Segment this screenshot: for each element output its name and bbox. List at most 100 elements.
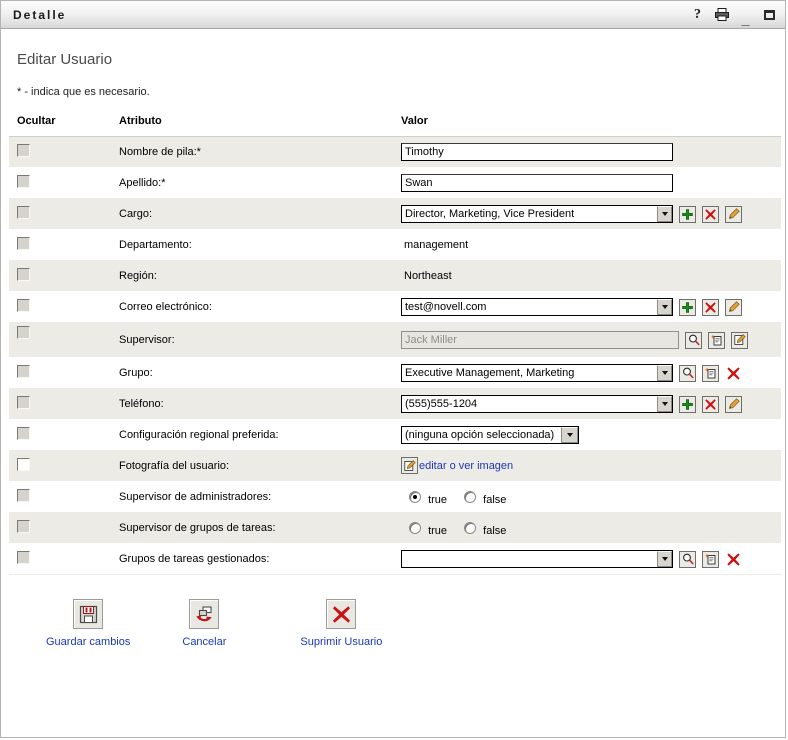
supervisor-input[interactable] <box>401 331 679 349</box>
add-icon[interactable] <box>679 396 696 413</box>
column-header-value: Valor <box>399 115 781 137</box>
radio-label-false: false <box>483 494 506 506</box>
table-row: Fotografía del usuario: editar o ver ima… <box>9 451 781 482</box>
search-icon[interactable] <box>685 332 702 349</box>
hide-checkbox[interactable] <box>17 175 30 188</box>
edit-icon[interactable] <box>725 299 742 316</box>
last-name-input[interactable] <box>401 174 673 192</box>
hide-checkbox[interactable] <box>17 326 30 339</box>
edit-icon[interactable] <box>725 396 742 413</box>
hide-checkbox[interactable] <box>17 520 30 533</box>
table-row: Apellido:* <box>9 168 781 199</box>
chevron-down-icon[interactable] <box>657 299 672 315</box>
remove-icon[interactable] <box>725 551 742 568</box>
first-name-input[interactable] <box>401 143 673 161</box>
remove-icon[interactable] <box>725 365 742 382</box>
attributes-table: Ocultar Atributo Valor Nombre de pila:* <box>9 115 781 575</box>
department-value: management <box>401 239 468 251</box>
history-icon[interactable] <box>708 332 725 349</box>
chevron-down-icon[interactable] <box>561 427 578 443</box>
column-header-attr: Atributo <box>117 115 399 137</box>
help-icon[interactable]: ? <box>690 7 705 23</box>
attribute-label: Departamento: <box>117 230 399 261</box>
chevron-down-icon[interactable] <box>657 396 672 412</box>
add-icon[interactable] <box>679 206 696 223</box>
table-row: Teléfono: (555)555-1204 <box>9 389 781 420</box>
maximize-icon[interactable] <box>762 7 777 23</box>
table-row: Cargo: Director, Marketing, Vice Preside… <box>9 199 781 230</box>
minimize-icon[interactable]: _ <box>738 7 753 23</box>
hide-checkbox[interactable] <box>17 551 30 564</box>
add-icon[interactable] <box>679 299 696 316</box>
chevron-down-icon[interactable] <box>657 365 672 381</box>
table-row: Configuración regional preferida: (ningu… <box>9 420 781 451</box>
hide-checkbox[interactable] <box>17 299 30 312</box>
delete-user-button[interactable]: Suprimir Usuario <box>300 599 382 648</box>
history-icon[interactable] <box>702 365 719 382</box>
hide-checkbox[interactable] <box>17 268 30 281</box>
table-row: Nombre de pila:* <box>9 137 781 168</box>
radio-label-true: true <box>428 494 447 506</box>
attribute-label: Supervisor de administradores: <box>117 482 399 513</box>
chevron-down-icon[interactable] <box>657 551 672 567</box>
title-combo-value: Director, Marketing, Vice President <box>402 206 657 222</box>
team-supervisor-radio-false[interactable] <box>464 522 476 534</box>
hide-checkbox[interactable] <box>17 458 30 471</box>
attribute-label: Apellido:* <box>117 168 399 199</box>
hide-checkbox[interactable] <box>17 427 30 440</box>
table-row: Región: Northeast <box>9 261 781 292</box>
locale-combo[interactable]: (ninguna opción seleccionada) <box>401 426 579 444</box>
group-combo[interactable]: Executive Management, Marketing <box>401 364 673 382</box>
edit-icon[interactable] <box>725 206 742 223</box>
team-supervisor-radio-true[interactable] <box>409 522 421 534</box>
column-header-hide: Ocultar <box>9 115 117 137</box>
window-title: Detalle <box>13 8 690 22</box>
table-row: Supervisor de administradores: true fals… <box>9 482 781 513</box>
phone-combo[interactable]: (555)555-1204 <box>401 395 673 413</box>
edit-photo-link[interactable]: editar o ver imagen <box>419 460 513 472</box>
attribute-label: Nombre de pila:* <box>117 137 399 168</box>
hide-checkbox[interactable] <box>17 144 30 157</box>
edit-icon[interactable] <box>731 332 748 349</box>
remove-icon[interactable] <box>702 299 719 316</box>
attribute-label: Correo electrónico: <box>117 292 399 323</box>
phone-combo-value: (555)555-1204 <box>402 396 657 412</box>
window-titlebar: Detalle ? _ <box>1 1 785 29</box>
managed-teams-combo-value <box>402 551 657 567</box>
history-icon[interactable] <box>702 551 719 568</box>
page-content: Editar Usuario * - indica que es necesar… <box>1 29 785 737</box>
search-icon[interactable] <box>679 551 696 568</box>
edit-icon[interactable] <box>401 457 418 474</box>
hide-checkbox[interactable] <box>17 237 30 250</box>
hide-checkbox[interactable] <box>17 489 30 502</box>
managed-teams-combo[interactable] <box>401 550 673 568</box>
table-header-row: Ocultar Atributo Valor <box>9 115 781 137</box>
chevron-down-icon[interactable] <box>657 206 672 222</box>
hide-checkbox[interactable] <box>17 396 30 409</box>
save-changes-label: Guardar cambios <box>46 636 130 648</box>
undo-icon <box>189 599 219 629</box>
action-bar: Guardar cambios Cancelar <box>9 599 785 648</box>
print-icon[interactable] <box>714 7 729 23</box>
admin-supervisor-radio-false[interactable] <box>464 491 476 503</box>
email-combo[interactable]: test@novell.com <box>401 298 673 316</box>
admin-supervisor-radio-true[interactable] <box>409 491 421 503</box>
search-icon[interactable] <box>679 365 696 382</box>
region-value: Northeast <box>401 270 452 282</box>
attribute-label: Supervisor: <box>117 323 399 358</box>
cancel-button[interactable]: Cancelar <box>182 599 226 648</box>
radio-label-true: true <box>428 525 447 537</box>
save-changes-button[interactable]: Guardar cambios <box>46 599 130 648</box>
attribute-label: Configuración regional preferida: <box>117 420 399 451</box>
delete-user-label: Suprimir Usuario <box>300 636 382 648</box>
group-combo-value: Executive Management, Marketing <box>402 365 657 381</box>
attribute-label: Cargo: <box>117 199 399 230</box>
cancel-label: Cancelar <box>182 636 226 648</box>
table-row: Correo electrónico: test@novell.com <box>9 292 781 323</box>
hide-checkbox[interactable] <box>17 365 30 378</box>
attribute-label: Teléfono: <box>117 389 399 420</box>
remove-icon[interactable] <box>702 396 719 413</box>
remove-icon[interactable] <box>702 206 719 223</box>
title-combo[interactable]: Director, Marketing, Vice President <box>401 205 673 223</box>
hide-checkbox[interactable] <box>17 206 30 219</box>
